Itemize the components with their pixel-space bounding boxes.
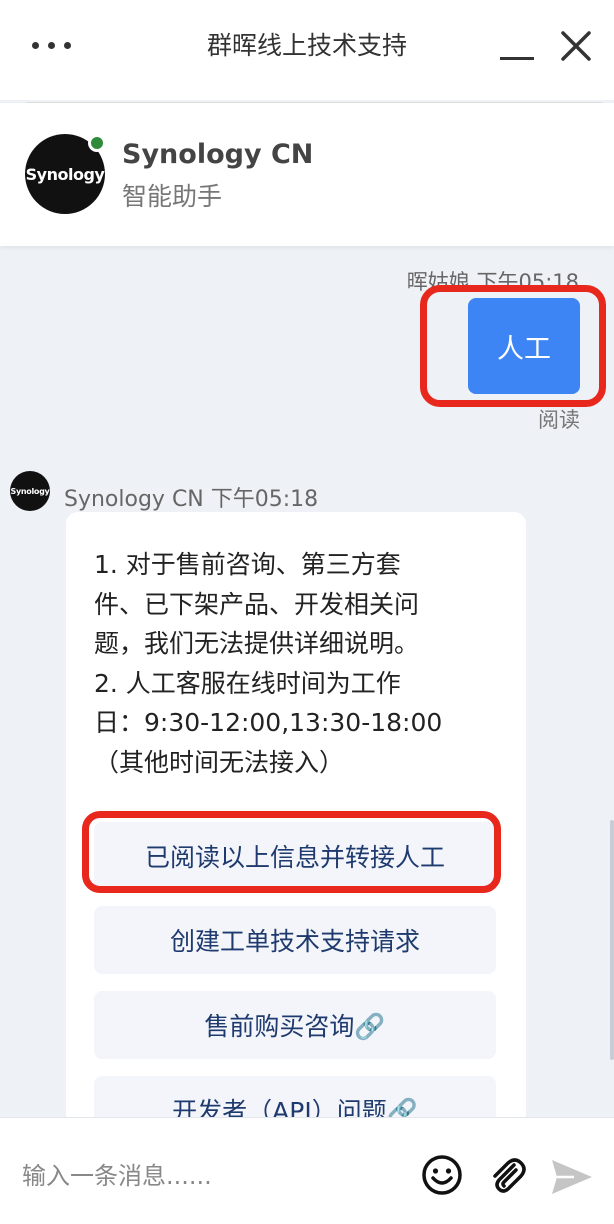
- bot-text-line: 1. 对于售前咨询、第三方套: [94, 550, 401, 579]
- bot-text-line: （其他时间无法接入）: [94, 747, 345, 777]
- emoji-button[interactable]: [419, 1152, 465, 1198]
- agent-name: Synology CN: [122, 139, 314, 170]
- close-button[interactable]: [558, 28, 594, 64]
- paperclip-icon: [493, 1158, 526, 1193]
- user-message-highlight: [420, 285, 606, 407]
- bot-text-line: 件、已下架产品、开发相关问: [94, 589, 420, 619]
- send-button[interactable]: [548, 1154, 594, 1200]
- send-icon: [552, 1160, 592, 1194]
- message-input[interactable]: [22, 1156, 402, 1196]
- transfer-option-highlight: [82, 811, 501, 893]
- bot-text-line: 2. 人工客服在线时间为工作: [94, 668, 401, 698]
- emoji-icon: [422, 1155, 462, 1195]
- bot-message-meta: Synology CN 下午05:18: [64, 487, 319, 512]
- close-icon: [561, 31, 591, 61]
- bot-text-line: 题，我们无法提供详细说明。: [94, 629, 420, 658]
- read-status: 阅读: [538, 408, 580, 432]
- bot-avatar: Synology: [10, 471, 50, 511]
- minimize-button[interactable]: [498, 30, 538, 66]
- presales-inquiry-button[interactable]: 售前购买咨询🔗: [94, 991, 496, 1059]
- create-ticket-button[interactable]: 创建工单技术支持请求: [94, 906, 496, 974]
- online-status-indicator: [88, 134, 106, 152]
- title-bar: 群晖线上技术支持: [0, 0, 614, 100]
- bot-message-text: 1. 对于售前咨询、第三方套 件、已下架产品、开发相关问 题，我们无法提供详细说…: [94, 545, 494, 782]
- bot-text-line: 日：9:30-12:00,13:30-18:00: [94, 708, 443, 737]
- agent-subtitle: 智能助手: [122, 182, 223, 211]
- attach-button[interactable]: [484, 1152, 530, 1198]
- agent-header: Synology Synology CN 智能助手: [0, 103, 614, 246]
- scrollbar[interactable]: [610, 820, 614, 1060]
- input-bar: [0, 1117, 614, 1224]
